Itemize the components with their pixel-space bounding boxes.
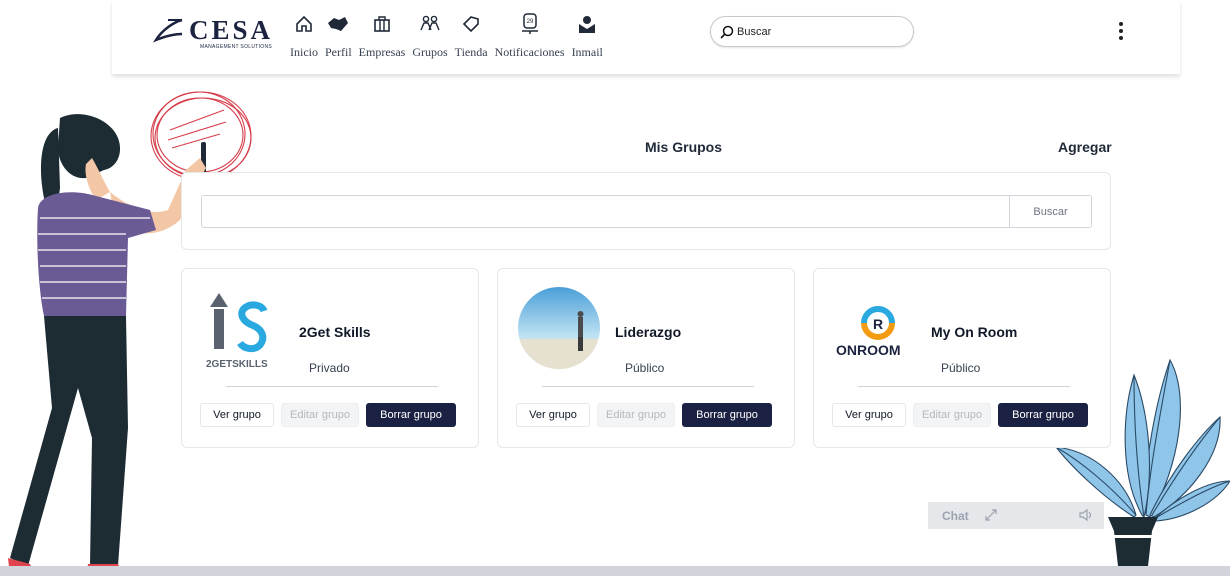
delete-group-button[interactable]: Borrar grupo	[998, 403, 1088, 427]
delete-group-button[interactable]: Borrar grupo	[366, 403, 456, 427]
group-search-input[interactable]	[201, 195, 1009, 228]
group-card: 2GETSKILLS 2Get Skills Privado Ver grupo…	[181, 268, 479, 448]
nav-perfil[interactable]: Perfil	[325, 12, 352, 66]
divider	[542, 386, 754, 387]
nav-label: Tienda	[454, 45, 488, 59]
group-logo: 2GETSKILLS	[202, 287, 284, 370]
group-privacy: Público	[941, 361, 981, 375]
group-search-panel: Buscar	[181, 172, 1111, 250]
briefcase-icon	[369, 12, 395, 36]
logo-text: CESA	[189, 15, 274, 45]
header-search	[710, 16, 914, 47]
group-name: Liderazgo	[615, 324, 682, 340]
add-group-link[interactable]: Agregar	[1058, 139, 1112, 155]
cesa-logo[interactable]: CESA MANAGEMENT SOLUTIONS	[152, 12, 282, 52]
group-privacy: Público	[625, 361, 665, 375]
sound-icon[interactable]	[1078, 508, 1094, 522]
nav-label: Perfil	[325, 45, 352, 59]
group-icon	[417, 12, 443, 36]
svg-text:R: R	[873, 316, 883, 332]
divider	[858, 386, 1070, 387]
main-nav: Inicio Perfil Empresas Grupos Tienda 29 …	[290, 12, 610, 66]
tag-icon	[458, 12, 484, 36]
view-group-button[interactable]: Ver grupo	[200, 403, 274, 427]
bottom-bar	[0, 566, 1230, 576]
edit-group-button[interactable]: Editar grupo	[597, 403, 675, 427]
view-group-button[interactable]: Ver grupo	[832, 403, 906, 427]
nav-notificaciones[interactable]: 29 Notificaciones	[495, 12, 565, 66]
cesa-logo-mark-icon	[153, 18, 183, 43]
top-navbar: CESA MANAGEMENT SOLUTIONS Inicio Perfil …	[112, 0, 1180, 74]
divider	[226, 386, 438, 387]
nav-empresas[interactable]: Empresas	[358, 12, 406, 66]
nav-label: Grupos	[412, 45, 448, 59]
header-search-input[interactable]	[737, 23, 897, 41]
logo-subtitle: MANAGEMENT SOLUTIONS	[200, 44, 273, 50]
view-group-button[interactable]: Ver grupo	[516, 403, 590, 427]
group-name: My On Room	[931, 324, 1018, 340]
inmail-icon	[574, 12, 600, 36]
page-title: Mis Grupos	[645, 139, 723, 155]
delete-group-button[interactable]: Borrar grupo	[682, 403, 772, 427]
nav-label: Empresas	[358, 45, 406, 59]
nav-label: Notificaciones	[494, 45, 565, 59]
search-icon	[720, 25, 734, 39]
group-privacy: Privado	[309, 361, 350, 375]
group-logo: R ONROOM	[834, 287, 916, 369]
notification-badge: 29	[526, 19, 533, 25]
notification-icon: 29	[517, 12, 543, 36]
edit-group-button[interactable]: Editar grupo	[913, 403, 991, 427]
group-actions: Ver grupo Editar grupo Borrar grupo	[516, 403, 779, 427]
group-card: Liderazgo Público Ver grupo Editar grupo…	[497, 268, 795, 448]
nav-label: Inmail	[571, 45, 603, 59]
nav-label: Inicio	[290, 45, 318, 59]
group-card: R ONROOM My On Room Público Ver grupo Ed…	[813, 268, 1111, 448]
nav-tienda[interactable]: Tienda	[455, 12, 488, 66]
nav-grupos[interactable]: Grupos	[412, 12, 448, 66]
group-name: 2Get Skills	[299, 324, 371, 340]
expand-icon[interactable]	[984, 508, 998, 522]
group-actions: Ver grupo Editar grupo Borrar grupo	[200, 403, 463, 427]
nav-inmail[interactable]: Inmail	[572, 12, 603, 66]
home-icon	[291, 12, 317, 36]
handshake-icon	[325, 12, 351, 36]
nav-inicio[interactable]: Inicio	[290, 12, 318, 66]
edit-group-button[interactable]: Editar grupo	[281, 403, 359, 427]
chat-label: Chat	[942, 509, 969, 523]
group-search-button[interactable]: Buscar	[1009, 195, 1092, 228]
group-avatar	[518, 287, 600, 369]
group-actions: Ver grupo Editar grupo Borrar grupo	[832, 403, 1095, 427]
group-logo-text: ONROOM	[836, 342, 901, 358]
group-logo-text: 2GETSKILLS	[206, 359, 268, 369]
chat-widget[interactable]: Chat	[928, 502, 1104, 529]
more-options-icon[interactable]	[1116, 22, 1126, 44]
